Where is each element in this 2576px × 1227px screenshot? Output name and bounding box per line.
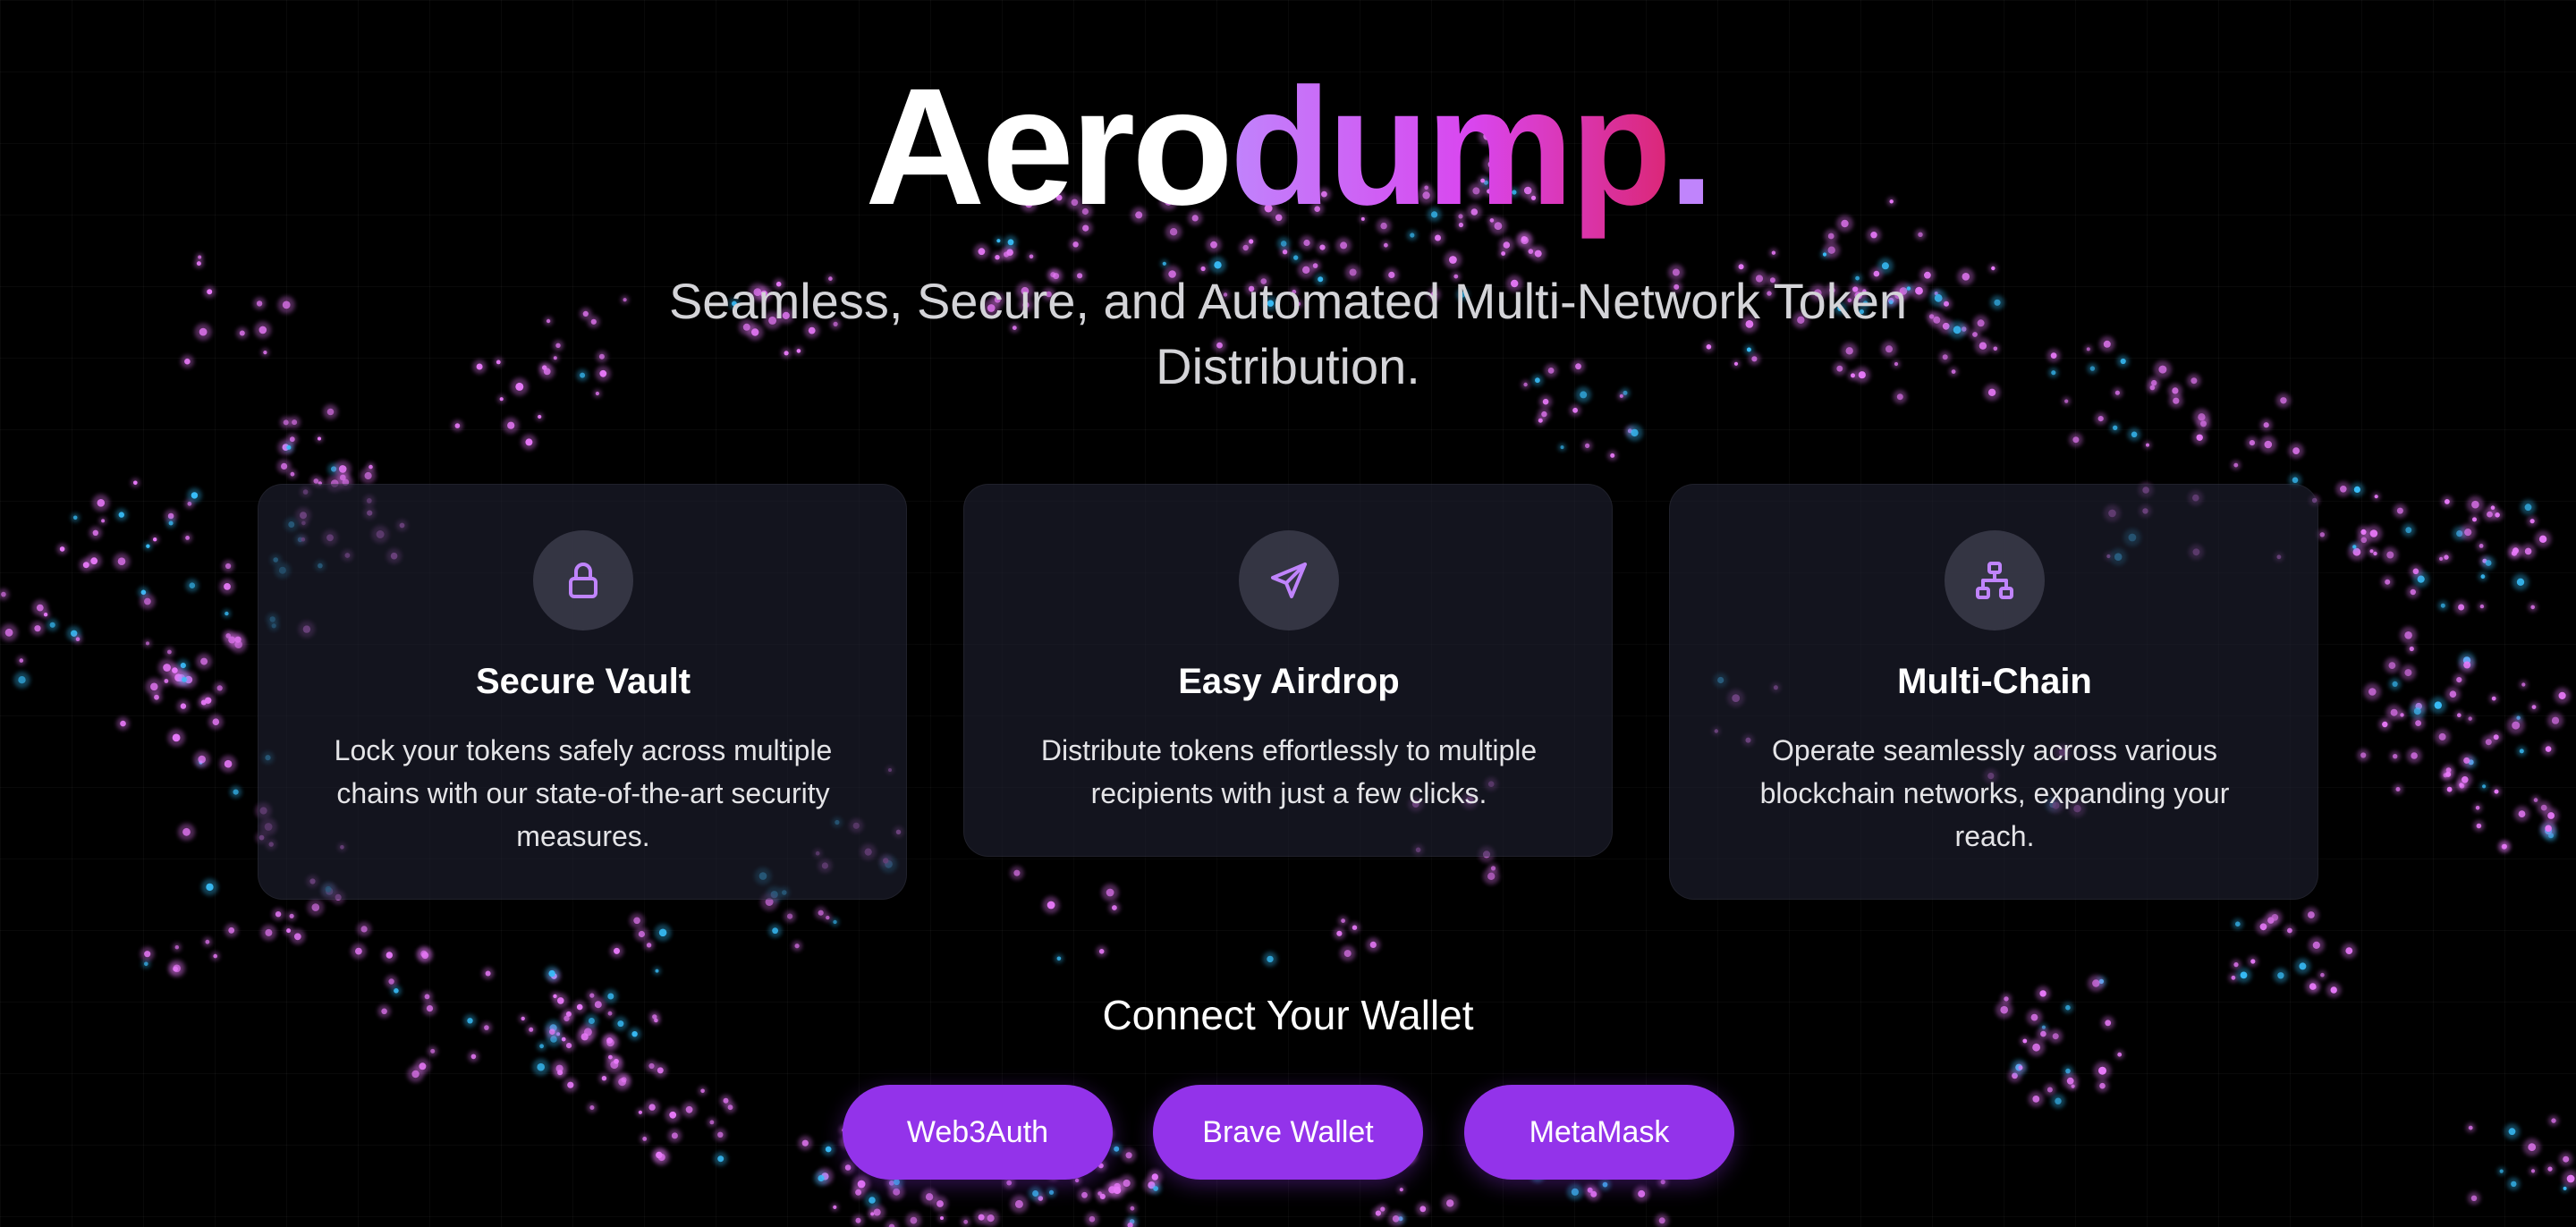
connect-wallet-heading: Connect Your Wallet: [1102, 992, 1474, 1038]
feature-description: Operate seamlessly across various blockc…: [1759, 734, 2230, 852]
feature-description: Lock your tokens safely across multiple …: [334, 734, 833, 852]
network-icon: [1945, 530, 2045, 630]
brand-highlight: dump: [1229, 55, 1672, 240]
lock-icon-svg: [569, 563, 597, 598]
lock-icon: [533, 530, 633, 630]
wallet-options: Web3Auth Brave Wallet MetaMask: [0, 1085, 2576, 1180]
brave-wallet-button[interactable]: Brave Wallet: [1153, 1085, 1423, 1180]
landing-page: Aerodump. Seamless, Secure, and Automate…: [0, 0, 2576, 1227]
feature-title: Secure Vault: [475, 662, 691, 701]
feature-cards: Secure Vault Lock your tokens safely acr…: [258, 484, 2318, 900]
feature-card-multi-chain: Multi-Chain Operate seamlessly across va…: [1669, 484, 2318, 900]
brand-logo: Aerodump.: [0, 49, 2576, 246]
feature-title: Multi-Chain: [1897, 662, 2092, 701]
tagline: Seamless, Secure, and Automated Multi-Ne…: [668, 273, 1908, 394]
brand-prefix: Aero: [865, 55, 1233, 240]
web3auth-button[interactable]: Web3Auth: [843, 1085, 1113, 1180]
metamask-button[interactable]: MetaMask: [1464, 1085, 1734, 1180]
hero-content: Aerodump. Seamless, Secure, and Automate…: [0, 0, 2576, 1227]
send-icon: [1239, 530, 1339, 630]
feature-description: Distribute tokens effortlessly to multip…: [1040, 734, 1538, 809]
brand-dot: .: [1668, 55, 1715, 240]
send-icon-svg: [1271, 563, 1307, 598]
feature-title: Easy Airdrop: [1178, 662, 1400, 701]
network-icon-svg: [1976, 562, 2013, 599]
feature-card-easy-airdrop: Easy Airdrop Distribute tokens effortles…: [963, 484, 1613, 857]
feature-card-secure-vault: Secure Vault Lock your tokens safely acr…: [258, 484, 907, 900]
